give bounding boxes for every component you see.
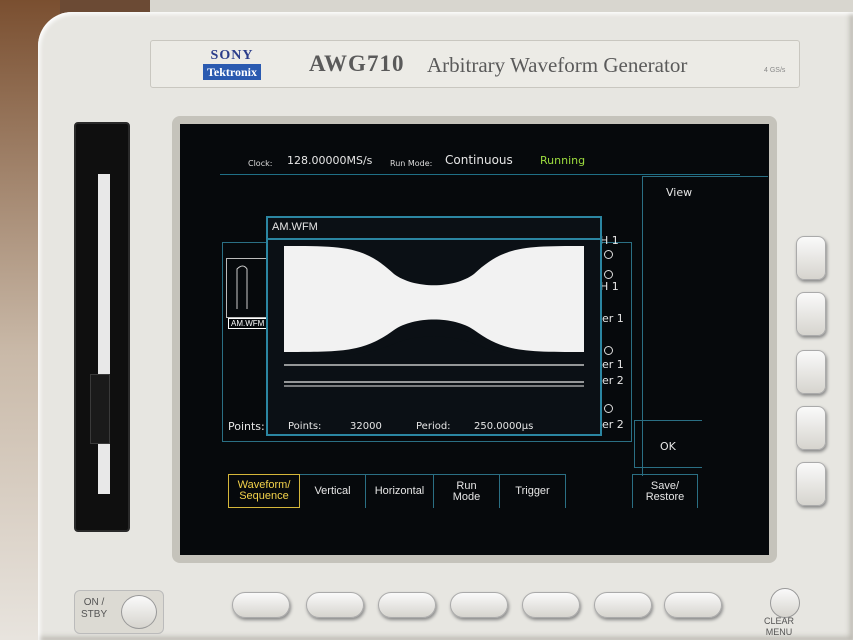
model-name: AWG710: [309, 51, 405, 76]
ch1-label-bottom: H 1: [600, 280, 619, 293]
marker1-connector-icon: [604, 346, 613, 355]
status-divider: [220, 174, 740, 175]
thumbnail-wave-icon: [236, 265, 248, 309]
marker2-connector-icon: [604, 404, 613, 413]
side-bezel-button-2[interactable]: [796, 292, 826, 336]
floppy-drive[interactable]: [74, 122, 130, 532]
front-label-plate: SONY Tektronix AWG710 Arbitrary Waveform…: [150, 40, 800, 88]
am-waveform-plot: [284, 244, 584, 388]
clock-label: Clock:: [248, 159, 273, 168]
dialog-title-rule: [268, 238, 600, 240]
bottom-bezel-button-3[interactable]: [378, 592, 436, 618]
clear-menu-button[interactable]: [770, 588, 800, 618]
waveform-thumbnail[interactable]: [226, 258, 268, 318]
thumbnail-label: AM.WFM: [228, 318, 268, 329]
brand-logo: SONY Tektronix: [191, 49, 273, 83]
menu-save-restore[interactable]: Save/Restore: [632, 474, 698, 508]
menu-run-mode[interactable]: Run Mode: [434, 474, 500, 508]
ch1-label-top: H 1: [600, 234, 619, 247]
run-mode-value: Continuous: [445, 153, 513, 167]
menu-waveform-sequence[interactable]: Waveform/Sequence: [228, 474, 300, 508]
dialog-title: AM.WFM: [272, 221, 318, 233]
power-label: ON / STBY: [81, 597, 108, 620]
clear-menu-label: CLEAR MENU: [764, 616, 795, 637]
ch1-connector-icon: [604, 250, 613, 259]
dialog-points-label: Points:: [288, 421, 322, 432]
bottom-menu-bar: Waveform/Sequence Vertical Horizontal Ru…: [220, 474, 700, 508]
run-state: Running: [540, 154, 586, 167]
menu-vertical[interactable]: Vertical: [300, 474, 366, 508]
dialog-period-value: 250.0000µs: [474, 421, 534, 432]
side-bezel-button-3[interactable]: [796, 350, 826, 394]
run-mode-label: Run Mode:: [390, 159, 433, 168]
bottom-bezel-button-6[interactable]: [594, 592, 652, 618]
bottom-bezel-button-7[interactable]: [664, 592, 722, 618]
clock-value: 128.00000MS/s: [287, 154, 373, 167]
menu-trigger[interactable]: Trigger: [500, 474, 566, 508]
floppy-slot: [98, 174, 110, 494]
side-menu-ok[interactable]: OK: [660, 440, 676, 453]
side-bezel-button-5[interactable]: [796, 462, 826, 506]
bottom-bezel-button-5[interactable]: [522, 592, 580, 618]
floppy-eject-lever[interactable]: [90, 374, 110, 444]
side-bezel-button-1[interactable]: [796, 236, 826, 280]
dialog-period-label: Period:: [416, 421, 451, 432]
power-button[interactable]: [121, 595, 157, 629]
brand-tektronix: Tektronix: [202, 64, 261, 80]
bottom-bezel-button-1[interactable]: [232, 592, 290, 618]
waveform-preview-dialog: AM.WFM Points: 32000 Period: 250.0000µs: [266, 216, 602, 436]
side-menu-view[interactable]: View: [666, 186, 692, 199]
model-description: Arbitrary Waveform Generator: [427, 53, 688, 77]
bottom-bezel-button-2[interactable]: [306, 592, 364, 618]
ch1-inv-connector-icon: [604, 270, 613, 279]
brand-sony: SONY: [210, 48, 254, 63]
display-screen: Clock: 128.00000MS/s Run Mode: Continuou…: [180, 124, 769, 555]
dialog-points-value: 32000: [350, 421, 382, 432]
power-switch-panel: ON / STBY: [74, 590, 164, 634]
side-bezel-button-4[interactable]: [796, 406, 826, 450]
menu-horizontal[interactable]: Horizontal: [366, 474, 434, 508]
background-points-label: Points:: [228, 420, 265, 433]
sample-rate-badge: 4 GS/s: [764, 67, 786, 74]
bottom-bezel-button-4[interactable]: [450, 592, 508, 618]
